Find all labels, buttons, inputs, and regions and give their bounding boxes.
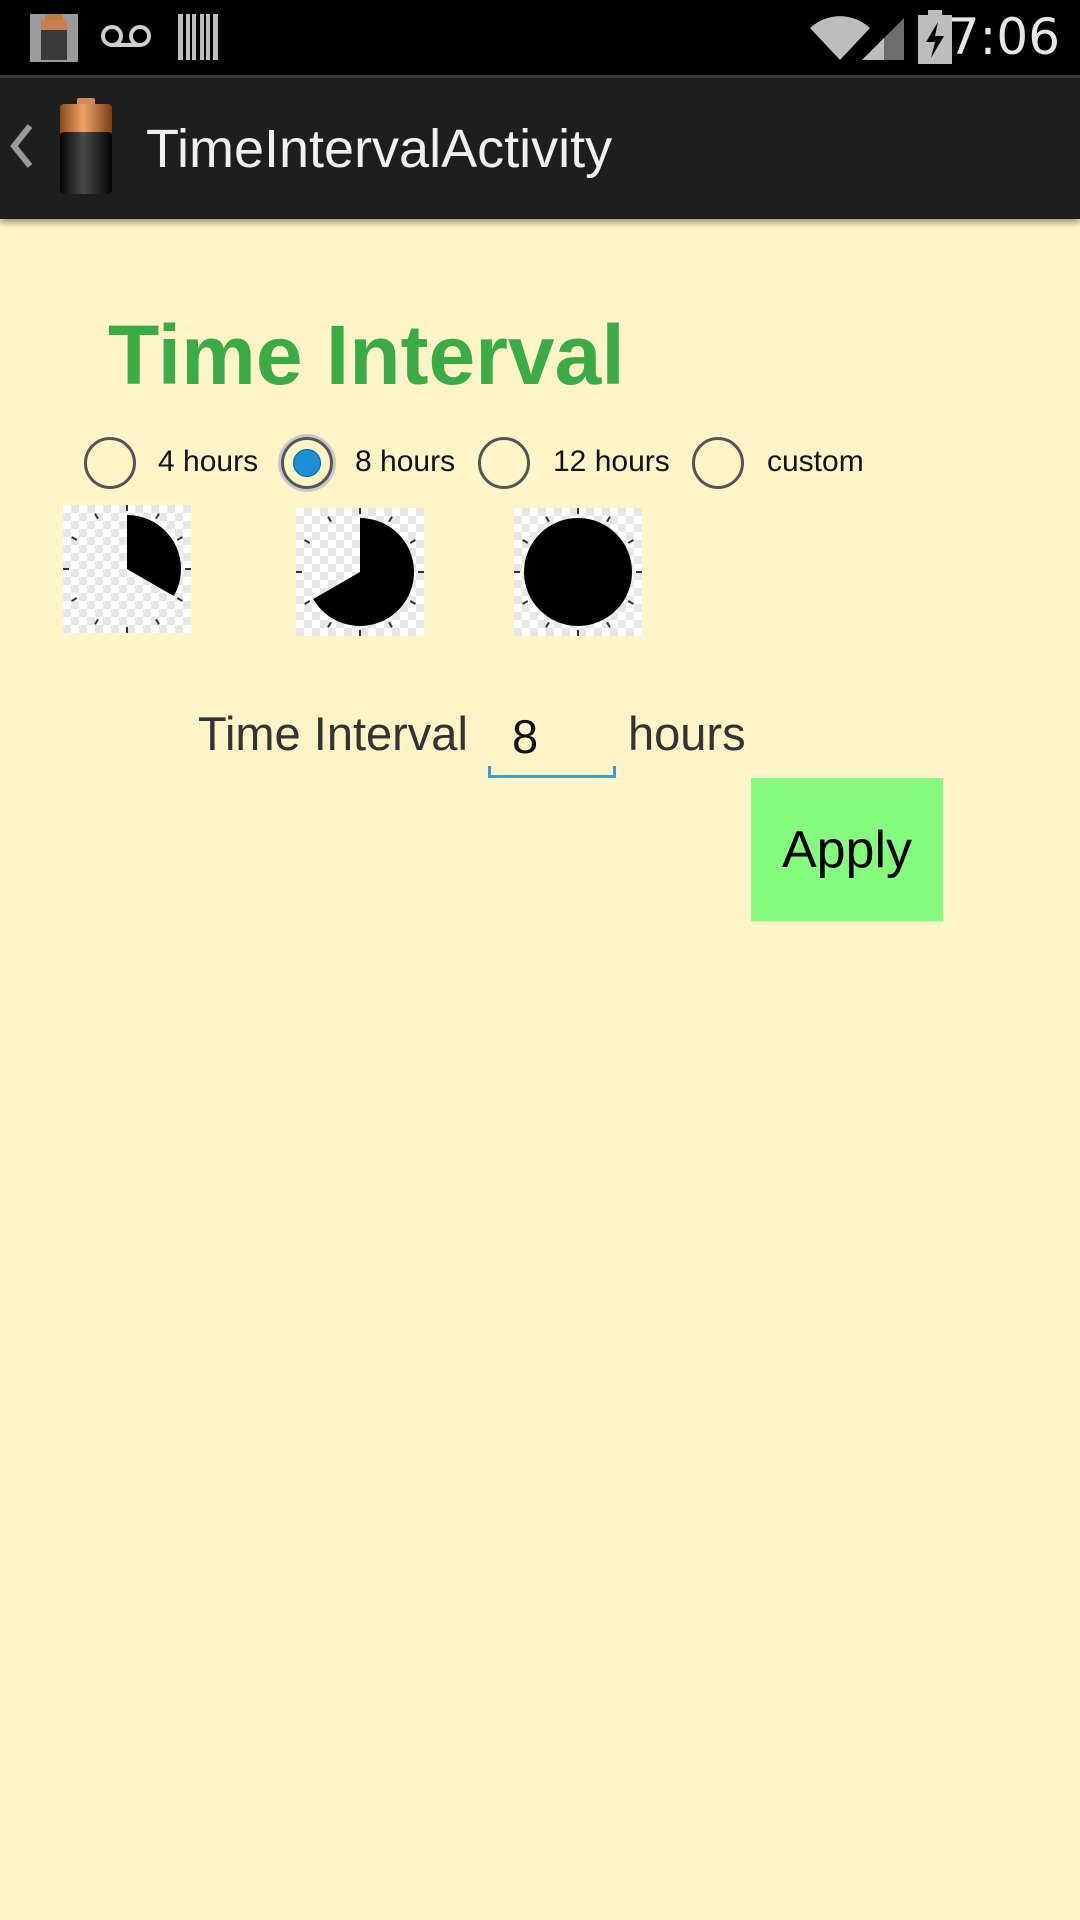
apply-button[interactable]: Apply <box>751 778 943 921</box>
clock-tick <box>522 600 529 605</box>
clock-tick <box>155 513 160 520</box>
clock-sector <box>313 518 414 626</box>
clock-tick <box>545 516 550 523</box>
hours-unit-label: hours <box>628 707 746 760</box>
battery-app-icon[interactable] <box>52 98 120 198</box>
clock-tick <box>155 618 160 625</box>
barcode-icon <box>178 14 218 60</box>
clock-tick <box>327 621 332 628</box>
clock-tick <box>94 618 99 625</box>
input-underline <box>488 766 616 778</box>
radio-label: custom <box>767 445 864 478</box>
status-time: 7:06 <box>947 8 1060 66</box>
up-caret-icon[interactable] <box>10 124 34 168</box>
radio-label: 12 hours <box>553 445 670 478</box>
radio-label: 8 hours <box>355 445 456 478</box>
clock-4-hours-icon <box>63 505 191 633</box>
clock-tick <box>409 539 416 544</box>
battery-app-notification-icon <box>30 14 78 62</box>
clock-tick <box>606 516 611 523</box>
clock-tick <box>627 600 634 605</box>
clock-tick <box>304 600 311 605</box>
clock-tick <box>388 621 393 628</box>
radio-button[interactable] <box>84 437 136 489</box>
clock-tick <box>388 516 393 523</box>
clock-tick <box>176 536 183 541</box>
clock-8-hours-icon <box>296 508 424 636</box>
clock-12-hours-icon <box>514 508 642 636</box>
radio-button[interactable] <box>478 437 530 489</box>
clock-tick <box>606 621 611 628</box>
clock-tick <box>304 539 311 544</box>
clock-sector <box>524 518 632 626</box>
clock-sector <box>127 515 181 597</box>
action-bar: TimeIntervalActivity <box>0 75 1080 219</box>
time-interval-label: Time Interval <box>198 707 468 760</box>
status-bar: 7:06 <box>0 0 1080 75</box>
clock-tick <box>71 597 78 602</box>
radio-button[interactable] <box>281 437 333 489</box>
clock-tick <box>176 597 183 602</box>
interval-radio-group: 4 hours 8 hours 12 hours custom <box>84 437 984 493</box>
voicemail-icon <box>101 25 151 47</box>
hours-input[interactable] <box>488 700 616 772</box>
clock-tick <box>94 513 99 520</box>
clock-tick <box>627 539 634 544</box>
radio-button[interactable] <box>692 437 744 489</box>
clock-tick <box>545 621 550 628</box>
radio-label: 4 hours <box>158 445 259 478</box>
signal-icon <box>862 18 904 60</box>
page-title: Time Interval <box>108 308 625 402</box>
clock-tick <box>522 539 529 544</box>
activity-title: TimeIntervalActivity <box>146 119 613 179</box>
clock-tick <box>409 600 416 605</box>
clock-tick <box>327 516 332 523</box>
clock-tick <box>71 536 78 541</box>
